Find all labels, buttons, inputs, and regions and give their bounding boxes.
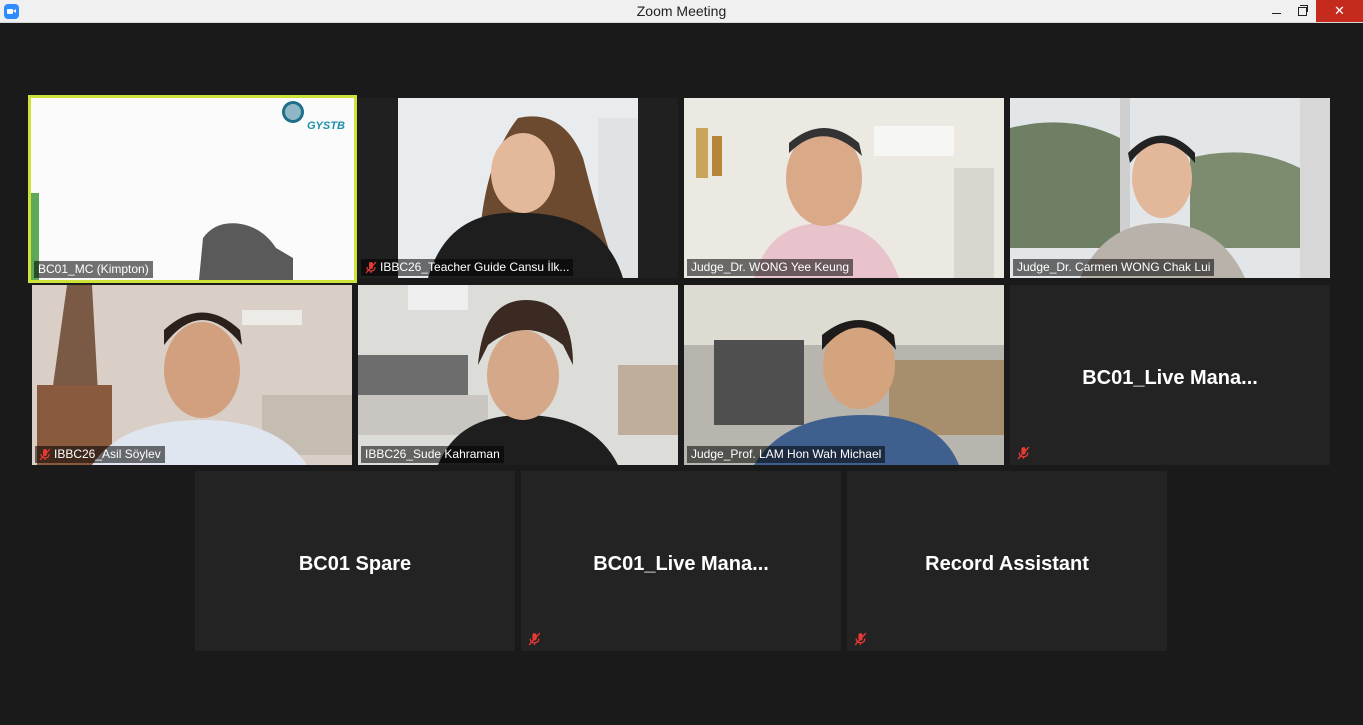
video-tile-sude-kahraman[interactable]: IBBC26_Sude Kahraman — [358, 285, 678, 465]
video-tile-live-manager-2[interactable]: BC01_Live Mana... — [521, 471, 841, 651]
close-button[interactable]: ✕ — [1316, 0, 1363, 22]
gystb-logo: GYSTB — [307, 120, 345, 132]
video-tile-judge-lam-hon-wah[interactable]: Judge_Prof. LAM Hon Wah Michael — [684, 285, 1004, 465]
participant-name: Judge_Prof. LAM Hon Wah Michael — [687, 446, 886, 463]
participant-name: IBBC26_Sude Kahraman — [361, 446, 504, 463]
participant-name: BC01_MC (Kimpton) — [34, 261, 153, 278]
participant-name: BC01 Spare — [298, 553, 412, 575]
muted-mic-icon — [1017, 446, 1030, 460]
video-feed — [684, 285, 1004, 465]
participant-name: Record Assistant — [925, 553, 1089, 575]
video-tile-judge-carmen-wong[interactable]: Judge_Dr. Carmen WONG Chak Lui — [1010, 98, 1330, 278]
participant-name: BC01_Live Mana... — [593, 553, 769, 575]
video-feed — [31, 98, 354, 280]
muted-mic-icon — [854, 632, 867, 646]
muted-mic-icon — [39, 448, 51, 460]
window-title: Zoom Meeting — [636, 3, 727, 19]
video-feed — [358, 285, 678, 465]
video-tile-record-assistant[interactable]: Record Assistant — [847, 471, 1167, 651]
participant-name: Judge_Dr. WONG Yee Keung — [687, 259, 854, 276]
minimize-button[interactable] — [1262, 0, 1290, 22]
video-feed — [1010, 98, 1330, 278]
participant-name: BC01_Live Mana... — [1082, 367, 1258, 389]
title-bar: Zoom Meeting ✕ — [0, 0, 1363, 23]
video-tile-bc01-spare[interactable]: BC01 Spare — [195, 471, 515, 651]
video-tile-asil-soylev[interactable]: IBBC26_Asil Söylev — [32, 285, 352, 465]
participant-name: Judge_Dr. Carmen WONG Chak Lui — [1013, 259, 1215, 276]
video-feed — [358, 98, 678, 278]
video-tile-judge-wong-yee-keung[interactable]: Judge_Dr. WONG Yee Keung — [684, 98, 1004, 278]
muted-mic-icon — [365, 261, 377, 273]
video-tile-teacher-guide[interactable]: IBBC26_Teacher Guide Cansu İlk... — [358, 98, 678, 278]
video-feed — [32, 285, 352, 465]
restore-button[interactable] — [1288, 0, 1316, 22]
muted-mic-icon — [528, 632, 541, 646]
participant-name: IBBC26_Teacher Guide Cansu İlk... — [361, 259, 574, 276]
video-feed — [684, 98, 1004, 278]
video-tile-live-manager-1[interactable]: BC01_Live Mana... — [1010, 285, 1330, 465]
participant-name: IBBC26_Asil Söylev — [35, 446, 165, 463]
video-tile-mc[interactable]: GYSTB BC01_MC (Kimpton) — [28, 95, 357, 283]
